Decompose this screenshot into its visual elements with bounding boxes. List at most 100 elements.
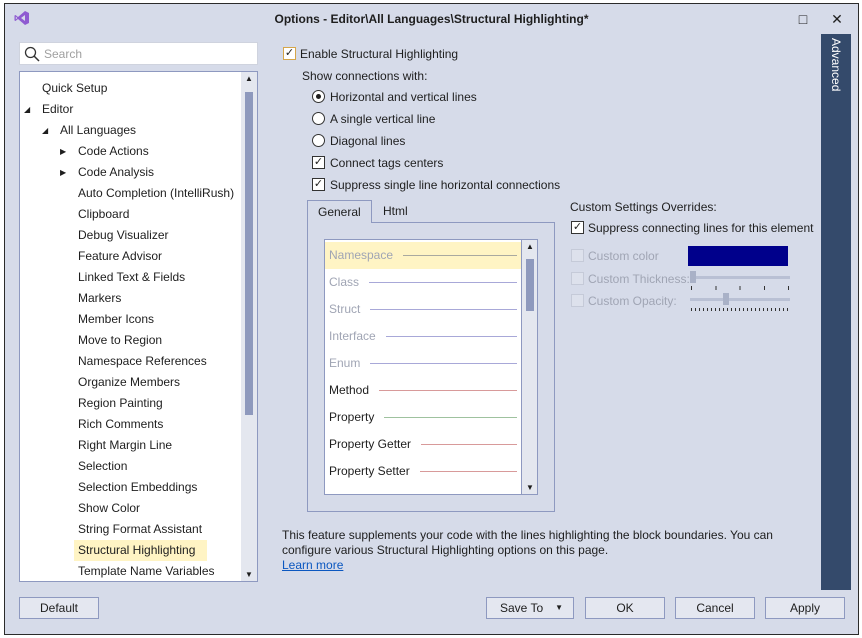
suppress-element-checkbox[interactable]: ✓ <box>571 221 584 234</box>
cancel-button[interactable]: Cancel <box>675 597 755 619</box>
tree-item-label: Structural Highlighting <box>78 543 196 557</box>
enable-checkbox[interactable]: ✓ <box>283 47 296 60</box>
scroll-up-icon[interactable]: ▲ <box>522 242 537 251</box>
default-button[interactable]: Default <box>19 597 99 619</box>
tree-item[interactable]: Quick Setup <box>38 78 119 99</box>
tree-item[interactable]: Move to Region <box>74 330 174 351</box>
ok-button[interactable]: OK <box>585 597 665 619</box>
tree-item-label: Member Icons <box>78 312 155 326</box>
connect-tags-checkbox[interactable]: ✓ <box>312 156 325 169</box>
advanced-tab[interactable]: Advanced <box>821 34 851 590</box>
tree-item[interactable]: Structural Highlighting <box>74 540 208 561</box>
tree-item[interactable]: Auto Completion (IntelliRush) <box>74 183 246 204</box>
tree-item[interactable]: String Format Assistant <box>74 519 214 540</box>
close-icon[interactable]: ✕ <box>825 8 849 30</box>
expand-arrow-icon[interactable]: ▶ <box>60 141 66 162</box>
tree-item[interactable]: ◢ All Languages <box>42 120 148 141</box>
tree-item-label: String Format Assistant <box>78 522 203 536</box>
custom-color-swatch[interactable] <box>688 246 788 266</box>
element-list-item[interactable]: Enum <box>325 350 521 377</box>
tree-item[interactable]: Namespace References <box>74 351 219 372</box>
tree-item[interactable]: Rich Comments <box>74 414 175 435</box>
save-to-button[interactable]: Save To ▼ <box>486 597 574 619</box>
element-line-sample <box>419 471 517 472</box>
maximize-icon[interactable]: □ <box>791 8 815 30</box>
enable-label: Enable Structural Highlighting <box>300 47 459 61</box>
scroll-thumb[interactable] <box>245 92 253 415</box>
tree-item[interactable]: Selection Embeddings <box>74 477 209 498</box>
tree-item-label: All Languages <box>60 123 137 137</box>
element-label: Struct <box>329 302 361 316</box>
opacity-slider[interactable] <box>690 298 790 301</box>
options-tree: Template Name Variables Structural Highli… <box>19 71 258 582</box>
suppress-element-label: Suppress connecting lines for this eleme… <box>588 221 814 235</box>
radio-label: Diagonal lines <box>330 134 406 148</box>
description: This feature supplements your code with … <box>282 528 802 573</box>
element-line-sample <box>385 336 517 337</box>
dropdown-arrow-icon: ▼ <box>555 603 563 612</box>
element-list-item[interactable]: Interface <box>325 323 521 350</box>
tree-item[interactable]: Markers <box>74 288 133 309</box>
tab-general[interactable]: General <box>307 200 372 223</box>
radio-horizontal-vertical[interactable] <box>312 90 325 103</box>
opacity-slider-thumb[interactable] <box>722 293 729 305</box>
search-icon <box>24 46 40 62</box>
element-list-item[interactable]: Method <box>325 377 521 404</box>
tree-item[interactable]: Clipboard <box>74 204 141 225</box>
tab-html[interactable]: Html <box>373 200 418 223</box>
collapse-arrow-icon[interactable]: ◢ <box>42 120 48 141</box>
element-list-item[interactable]: Namespace <box>325 242 521 269</box>
scroll-thumb[interactable] <box>526 259 534 311</box>
element-line-sample <box>403 255 517 256</box>
custom-color-label: Custom color <box>588 249 659 263</box>
element-list-item[interactable]: Class <box>325 269 521 296</box>
element-line-sample <box>370 363 517 364</box>
thickness-slider-thumb[interactable] <box>690 271 696 283</box>
search-input[interactable]: Search <box>19 42 258 65</box>
tree-item-label: Editor <box>42 102 74 116</box>
tree-item-label: Linked Text & Fields <box>78 270 186 284</box>
element-list-item[interactable]: Property <box>325 404 521 431</box>
tree-item-label: Region Painting <box>78 396 163 410</box>
tree-item[interactable]: Member Icons <box>74 309 166 330</box>
save-to-label: Save To <box>500 601 544 615</box>
tree-item[interactable]: ▶ Code Analysis <box>60 162 166 183</box>
learn-more-link[interactable]: Learn more <box>282 558 343 572</box>
tree-scrollbar[interactable]: ▲ ▼ <box>241 72 257 581</box>
tree-item[interactable]: Show Color <box>74 498 152 519</box>
custom-thickness-checkbox[interactable] <box>571 272 584 285</box>
scroll-down-icon[interactable]: ▼ <box>522 483 537 492</box>
apply-button[interactable]: Apply <box>765 597 845 619</box>
tree-item[interactable]: Region Painting <box>74 393 175 414</box>
suppress-single-checkbox[interactable]: ✓ <box>312 178 325 191</box>
collapse-arrow-icon[interactable]: ◢ <box>24 99 30 120</box>
custom-opacity-checkbox[interactable] <box>571 294 584 307</box>
radio-diagonal[interactable] <box>312 134 325 147</box>
element-list-item[interactable]: Property Getter <box>325 431 521 458</box>
tree-item[interactable]: Debug Visualizer <box>74 225 181 246</box>
tree-item[interactable]: Right Margin Line <box>74 435 184 456</box>
list-scrollbar[interactable]: ▲ ▼ <box>521 240 537 494</box>
custom-color-checkbox[interactable] <box>571 249 584 262</box>
overrides-title: Custom Settings Overrides: <box>570 200 717 214</box>
tree-item-label: Namespace References <box>78 354 207 368</box>
tree-item[interactable]: Organize Members <box>74 372 192 393</box>
element-line-sample <box>421 444 517 445</box>
radio-single-vertical[interactable] <box>312 112 325 125</box>
element-list-item[interactable]: Struct <box>325 296 521 323</box>
connect-tags-label: Connect tags centers <box>330 156 444 170</box>
tree-item[interactable]: Template Name Variables <box>74 561 227 581</box>
scroll-down-icon[interactable]: ▼ <box>241 570 257 579</box>
tree-item[interactable]: ◢ Editor <box>24 99 85 120</box>
tree-item[interactable]: Feature Advisor <box>74 246 174 267</box>
element-list: Property Setter Property Getter Property Me… <box>324 239 538 495</box>
tree-item[interactable]: ▶ Code Actions <box>60 141 161 162</box>
element-label: Enum <box>329 356 361 370</box>
tree-item[interactable]: Linked Text & Fields <box>74 267 197 288</box>
expand-arrow-icon[interactable]: ▶ <box>60 162 66 183</box>
tree-item[interactable]: Selection <box>74 456 139 477</box>
element-list-item[interactable]: Property Setter <box>325 458 521 485</box>
scroll-up-icon[interactable]: ▲ <box>241 74 257 83</box>
thickness-slider[interactable] <box>690 276 790 279</box>
suppress-single-label: Suppress single line horizontal connecti… <box>330 178 561 192</box>
